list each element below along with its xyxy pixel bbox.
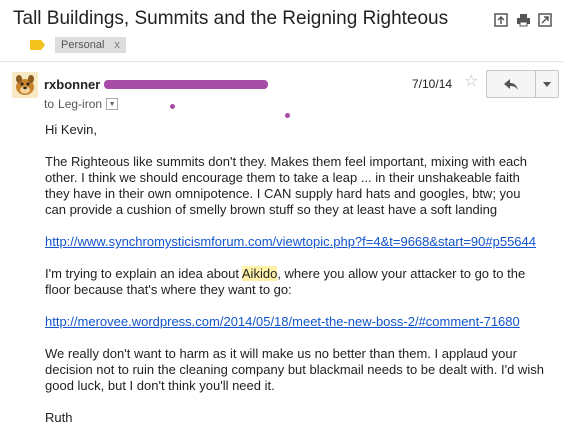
recipients-line: to Leg-iron ▼ [44, 97, 119, 111]
link-paragraph-1: http://www.synchromysticismforum.com/vie… [45, 234, 545, 250]
to-prefix: to [44, 97, 55, 111]
print-icon[interactable] [515, 12, 531, 28]
avatar [12, 72, 38, 98]
label-chip-personal[interactable]: Personal x [55, 37, 126, 53]
paragraph-2-text-start: I'm trying to explain an idea about [45, 266, 242, 281]
redaction-mark [170, 104, 175, 109]
email-subject: Tall Buildings, Summits and the Reigning… [13, 8, 449, 29]
star-icon[interactable]: ☆ [464, 74, 478, 90]
reply-icon [504, 78, 518, 90]
greeting: Hi Kevin, [45, 122, 98, 137]
paragraph-3: We really don't want to harm as it will … [45, 346, 544, 393]
signature: Ruth [45, 410, 73, 425]
recipient-name: Leg-iron [58, 97, 103, 111]
paragraph-1: The Righteous like summits don't they. M… [45, 154, 528, 217]
message-body: Hi Kevin, The Righteous like summits don… [45, 122, 545, 442]
label-name: Personal [61, 39, 105, 51]
labels-row: Personal x [30, 37, 126, 53]
reply-button-group [486, 70, 559, 98]
message-date: 7/10/14 [412, 77, 453, 91]
reply-button[interactable] [487, 71, 536, 97]
new-window-icon[interactable] [537, 12, 553, 28]
highlighted-word: Aikido [241, 266, 278, 281]
link-paragraph-2: http://merovee.wordpress.com/2014/05/18/… [45, 314, 545, 330]
importance-marker-icon[interactable] [30, 40, 45, 50]
sender-name[interactable]: rxbonner [44, 77, 100, 92]
chevron-down-icon [543, 81, 551, 87]
redacted-email [104, 80, 268, 89]
remove-label-button[interactable]: x [114, 39, 120, 51]
header-actions [493, 12, 553, 28]
paragraph-2: I'm trying to explain an idea about Aiki… [45, 266, 545, 298]
divider [0, 61, 563, 62]
link-synchromysticism[interactable]: http://www.synchromysticismforum.com/vie… [45, 234, 536, 249]
more-actions-button[interactable] [536, 71, 558, 97]
archive-icon[interactable] [493, 12, 509, 28]
redaction-mark [285, 113, 290, 118]
recipient-details-dropdown[interactable]: ▼ [106, 98, 119, 110]
link-merovee[interactable]: http://merovee.wordpress.com/2014/05/18/… [45, 314, 520, 329]
